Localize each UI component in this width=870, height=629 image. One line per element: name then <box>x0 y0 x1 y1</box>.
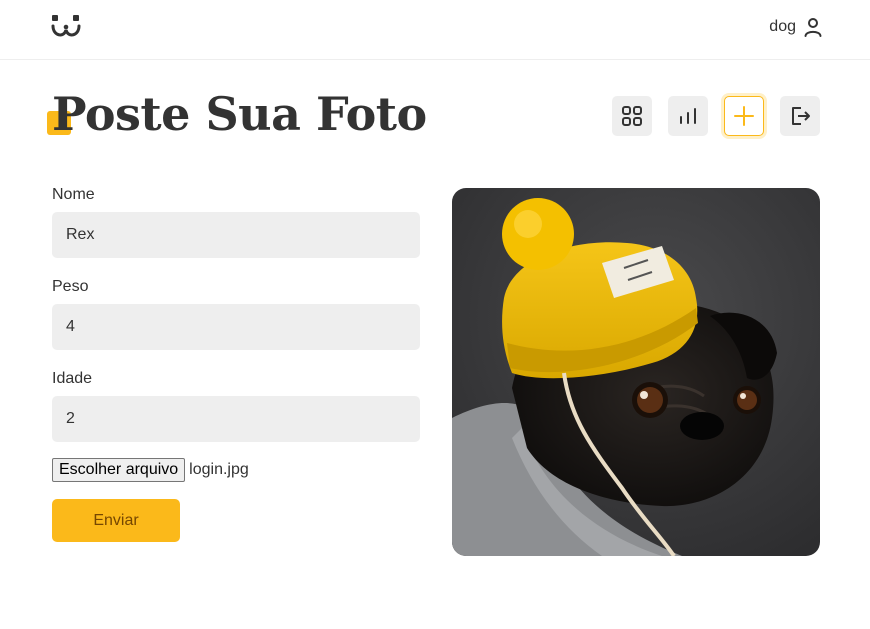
plus-icon <box>734 106 754 126</box>
peso-label: Peso <box>52 278 89 295</box>
photo-preview <box>452 188 820 556</box>
account-nav <box>612 96 820 136</box>
post-photo-button[interactable] <box>724 96 764 136</box>
pug-in-yellow-beanie-photo <box>452 188 820 556</box>
page-title: Poste Sua Foto <box>52 87 427 141</box>
file-input: Escolher arquivo login.jpg <box>52 458 420 482</box>
selected-file-name: login.jpg <box>189 461 249 478</box>
peso-input[interactable] <box>52 304 420 350</box>
idade-input[interactable] <box>52 396 420 442</box>
dogs-logo-icon[interactable] <box>50 12 82 40</box>
my-photos-button[interactable] <box>612 96 652 136</box>
logout-icon <box>792 107 810 125</box>
idade-group: Idade <box>52 370 420 442</box>
logout-button[interactable] <box>780 96 820 136</box>
user-name: dog <box>769 18 796 35</box>
nome-label: Nome <box>52 186 95 203</box>
submit-button[interactable]: Enviar <box>52 499 180 542</box>
idade-label: Idade <box>52 370 93 387</box>
post-photo-form: Nome Peso Idade Escolher arquivo login.j… <box>52 186 420 542</box>
page-title-wrap: Poste Sua Foto <box>46 82 427 146</box>
peso-group: Peso <box>52 278 420 350</box>
statistics-button[interactable] <box>668 96 708 136</box>
grid-icon <box>622 106 642 126</box>
nome-group: Nome <box>52 186 420 258</box>
nome-input[interactable] <box>52 212 420 258</box>
site-header: dog <box>0 0 870 60</box>
user-icon <box>804 18 822 37</box>
choose-file-button[interactable]: Escolher arquivo <box>52 458 186 482</box>
stats-icon <box>680 108 696 124</box>
user-account-link[interactable]: dog <box>769 16 824 38</box>
